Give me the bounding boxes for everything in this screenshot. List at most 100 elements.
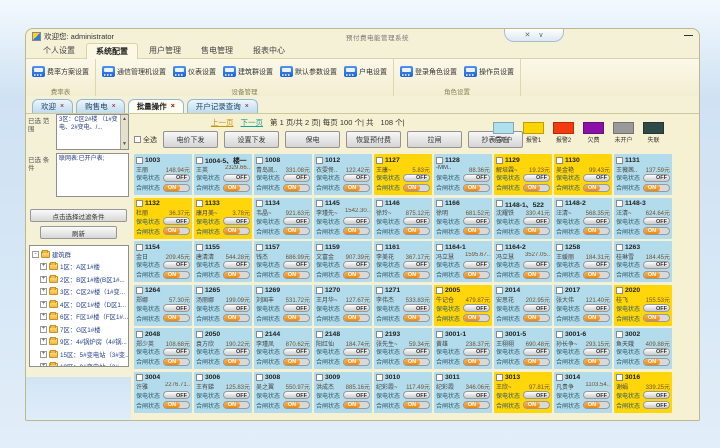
card-checkbox[interactable]	[556, 157, 563, 164]
tree-item-6[interactable]: +7区：G区1#楼	[32, 323, 128, 336]
ribbon-button[interactable]: 建筑群设置	[221, 63, 275, 80]
card-checkbox[interactable]	[556, 331, 563, 338]
card-checkbox[interactable]	[496, 287, 503, 294]
baodian-toggle[interactable]	[283, 391, 310, 399]
hezha-toggle[interactable]	[223, 358, 250, 366]
baodian-toggle[interactable]	[163, 348, 190, 356]
tree-item-9[interactable]: +19区：9#变电站（2#...	[32, 361, 128, 368]
hezha-toggle[interactable]	[343, 227, 370, 235]
meter-card[interactable]: 1004-5、楼一王英2329.66..保电状态合闸状态	[194, 154, 252, 195]
hezha-toggle[interactable]	[523, 358, 550, 366]
meter-card[interactable]: 1269刘国丰531.72元保电状态合闸状态	[254, 285, 312, 326]
baodian-toggle[interactable]	[583, 304, 610, 312]
ribbon-button[interactable]: 费率方案设置	[30, 63, 91, 80]
meter-card[interactable]: 1146徐玲~875.12元保电状态合闸状态	[374, 198, 432, 239]
baodian-toggle[interactable]	[463, 261, 490, 269]
meter-card[interactable]: 1157钱杰686.99元保电状态合闸状态	[254, 241, 312, 282]
card-checkbox[interactable]	[316, 200, 323, 207]
card-checkbox[interactable]	[256, 374, 263, 381]
tree-item-8[interactable]: +15区：5#变电站（3#变...	[32, 348, 128, 361]
card-checkbox[interactable]	[376, 331, 383, 338]
baodian-toggle[interactable]	[223, 217, 250, 225]
hezha-toggle[interactable]	[163, 358, 190, 366]
ribbon-button[interactable]: 户电设置	[342, 63, 389, 80]
baodian-toggle[interactable]	[643, 174, 670, 182]
baodian-toggle[interactable]	[643, 217, 670, 225]
baodian-toggle[interactable]	[583, 217, 610, 225]
baodian-toggle[interactable]	[523, 391, 550, 399]
meter-card[interactable]: 1145李瑾先~1542.30..保电状态合闸状态	[314, 198, 372, 239]
meter-card[interactable]: 3013王欣~97.81元保电状态合闸状态	[494, 372, 552, 413]
card-checkbox[interactable]	[316, 244, 323, 251]
baodian-toggle[interactable]	[643, 304, 670, 312]
hezha-toggle[interactable]	[163, 401, 190, 409]
card-checkbox[interactable]	[196, 287, 203, 294]
meter-card[interactable]: 1166徐明681.52元保电状态合闸状态	[434, 198, 492, 239]
card-checkbox[interactable]	[196, 200, 203, 207]
meter-card[interactable]: 1164-1冯立慧1595.67..保电状态合闸状态	[434, 241, 492, 282]
card-checkbox[interactable]	[256, 244, 263, 251]
hezha-toggle[interactable]	[343, 184, 370, 192]
action-button-1[interactable]: 电价下发	[163, 131, 218, 148]
baodian-toggle[interactable]	[523, 304, 550, 312]
doc-tab-2[interactable]: 购售电×	[76, 99, 125, 113]
hezha-toggle[interactable]	[463, 271, 490, 279]
meter-card[interactable]: 2148阳红仙184.74元保电状态合闸状态	[314, 328, 372, 369]
card-checkbox[interactable]	[376, 287, 383, 294]
hezha-toggle[interactable]	[283, 401, 310, 409]
tree-root[interactable]: -建筑群	[32, 248, 128, 261]
baodian-toggle[interactable]	[283, 348, 310, 356]
meter-card[interactable]: 3001-5王栩栩690.48元保电状态合闸状态	[494, 328, 552, 369]
expand-icon[interactable]: +	[40, 301, 47, 308]
baodian-toggle[interactable]	[223, 304, 250, 312]
meter-card[interactable]: 1161李美花367.17元保电状态合闸状态	[374, 241, 432, 282]
hezha-toggle[interactable]	[523, 401, 550, 409]
baodian-toggle[interactable]	[403, 261, 430, 269]
meter-card[interactable]: 2193张先生~59.34元保电状态合闸状态	[374, 328, 432, 369]
minimize-icon[interactable]: —	[684, 30, 693, 40]
tree-item-4[interactable]: +4区：D区1#楼（D区1...	[32, 298, 128, 311]
meter-card[interactable]: 1154金日209.45元保电状态合闸状态	[134, 241, 192, 282]
card-checkbox[interactable]	[556, 374, 563, 381]
selected-range-box[interactable]: 3区：C区2#楼 （1#变电、2#变电、/... ▲▼	[56, 114, 129, 150]
scroll-up-icon[interactable]: ▲	[122, 116, 127, 123]
expand-icon[interactable]: +	[40, 276, 47, 283]
range-scrollbar[interactable]: ▲▼	[120, 115, 128, 149]
baodian-toggle[interactable]	[403, 348, 430, 356]
ribbon-button[interactable]: 默认参数设置	[278, 63, 339, 80]
baodian-toggle[interactable]	[403, 217, 430, 225]
card-checkbox[interactable]	[436, 331, 443, 338]
action-button-2[interactable]: 设置下发	[224, 131, 279, 148]
refresh-button[interactable]: 刷新	[40, 226, 117, 239]
baodian-toggle[interactable]	[403, 391, 430, 399]
hezha-toggle[interactable]	[583, 227, 610, 235]
hezha-toggle[interactable]	[463, 358, 490, 366]
card-checkbox[interactable]	[316, 287, 323, 294]
hezha-toggle[interactable]	[283, 358, 310, 366]
baodian-toggle[interactable]	[643, 261, 670, 269]
card-checkbox[interactable]	[376, 244, 383, 251]
hezha-toggle[interactable]	[583, 184, 610, 192]
meter-card[interactable]: 3004许雅2276.71..保电状态合闸状态	[134, 372, 192, 413]
baodian-toggle[interactable]	[583, 391, 610, 399]
tree-item-3[interactable]: +3区：C区2#楼（1#变...	[32, 286, 128, 299]
hezha-toggle[interactable]	[463, 401, 490, 409]
meter-card[interactable]: 1130吴金艳99.43元保电状态合闸状态	[554, 154, 612, 195]
hezha-toggle[interactable]	[403, 314, 430, 322]
baodian-toggle[interactable]	[523, 217, 550, 225]
meter-card[interactable]: 1271李伟杰533.83元保电状态合闸状态	[374, 285, 432, 326]
menu-tab-2[interactable]: 系统配置	[86, 43, 138, 59]
hezha-toggle[interactable]	[163, 314, 190, 322]
baodian-toggle[interactable]	[523, 174, 550, 182]
meter-card[interactable]: 1128-MM..88.36元保电状态合闸状态	[434, 154, 492, 195]
expand-icon[interactable]: +	[40, 363, 47, 367]
baodian-toggle[interactable]	[523, 348, 550, 356]
baodian-toggle[interactable]	[583, 348, 610, 356]
meter-card[interactable]: 2017张大伟121.40元保电状态合闸状态	[554, 285, 612, 326]
meter-card[interactable]: 3008吴之翼550.97元保电状态合闸状态	[254, 372, 312, 413]
menu-tab-3[interactable]: 用户管理	[140, 43, 190, 58]
card-checkbox[interactable]	[616, 287, 623, 294]
baodian-toggle[interactable]	[343, 391, 370, 399]
baodian-toggle[interactable]	[163, 217, 190, 225]
hezha-toggle[interactable]	[643, 401, 670, 409]
